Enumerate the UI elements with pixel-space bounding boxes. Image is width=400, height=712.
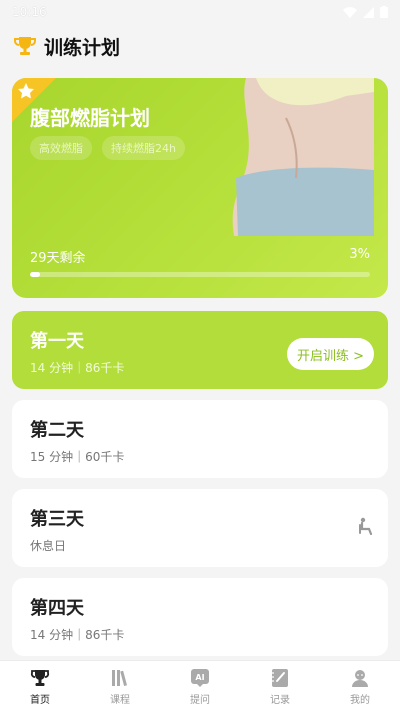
plan-title: 腹部燃脂计划 <box>30 106 150 130</box>
days-remaining: 29天剩余 <box>30 251 86 266</box>
tab-label: 课程 <box>110 694 130 706</box>
day-title: 第三天 <box>30 509 84 530</box>
tab-label: 我的 <box>350 694 370 706</box>
progress-bar <box>30 272 370 277</box>
progress-percent: 3% <box>349 247 370 262</box>
page-title: 训练计划 <box>44 36 121 59</box>
tab-ask[interactable]: AI 提问 <box>160 661 240 712</box>
progress-fill <box>30 272 41 277</box>
day-card-2[interactable]: 第二天 15 分钟｜60千卡 <box>12 400 388 478</box>
books-icon <box>112 669 128 686</box>
rest-seat-icon <box>359 517 373 535</box>
day-meta: 14 分钟｜86千卡 <box>30 361 125 375</box>
svg-text:AI: AI <box>195 673 204 682</box>
fitness-model-image <box>232 78 374 236</box>
tab-courses[interactable]: 课程 <box>80 661 160 712</box>
tab-label: 提问 <box>190 694 210 706</box>
day-meta: 14 分钟｜86千卡 <box>30 628 125 642</box>
day-meta: 15 分钟｜60千卡 <box>30 450 125 464</box>
status-bar: 10:16 <box>0 0 400 24</box>
trophy-icon <box>14 37 36 55</box>
day-title: 第二天 <box>30 420 84 441</box>
day-meta: 休息日 <box>30 539 67 553</box>
status-time: 10:16 <box>12 5 47 19</box>
tab-records[interactable]: 记录 <box>240 661 320 712</box>
plan-tags: 高效燃脂 持续燃脂24h <box>30 136 185 160</box>
tab-home[interactable]: 首页 <box>0 661 80 712</box>
plan-tag: 持续燃脂24h <box>102 136 185 160</box>
start-training-button[interactable]: 开启训练 > <box>286 338 374 370</box>
tab-profile[interactable]: 我的 <box>320 661 400 712</box>
ai-chat-icon: AI <box>191 668 209 687</box>
day-card-4[interactable]: 第四天 14 分钟｜86千卡 <box>12 578 388 656</box>
app-header: 训练计划 <box>0 26 400 66</box>
day-card-1[interactable]: 第一天 14 分钟｜86千卡 开启训练 > <box>12 311 388 389</box>
signal-icon <box>363 6 374 18</box>
status-icons <box>343 6 388 18</box>
wifi-icon <box>343 6 357 18</box>
day-title: 第一天 <box>30 331 84 352</box>
day-title: 第四天 <box>30 598 84 619</box>
tab-label: 首页 <box>30 694 50 706</box>
plan-hero-card[interactable]: 腹部燃脂计划 高效燃脂 持续燃脂24h 29天剩余 3% <box>12 78 388 298</box>
battery-icon <box>380 6 388 18</box>
day-card-3[interactable]: 第三天 休息日 <box>12 489 388 567</box>
tab-label: 记录 <box>270 694 290 706</box>
plan-tag: 高效燃脂 <box>30 136 92 160</box>
notebook-icon <box>272 668 288 687</box>
profile-icon <box>352 669 368 687</box>
bottom-tab-bar: 首页 课程 AI 提问 记录 我的 <box>0 660 400 712</box>
trophy-icon <box>30 669 50 686</box>
